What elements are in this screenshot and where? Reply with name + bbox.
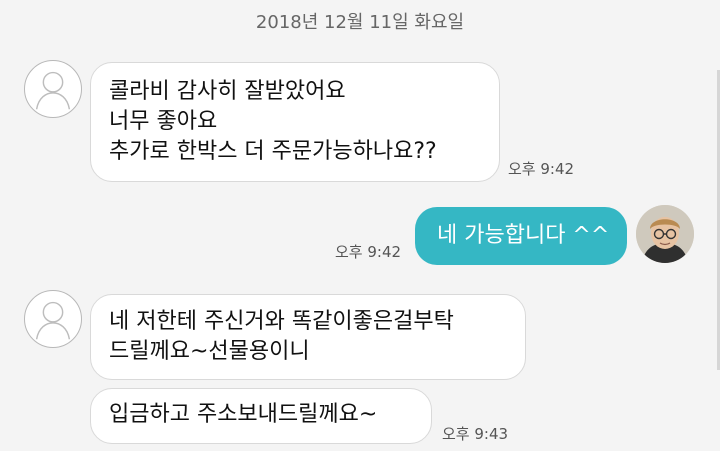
message-bubble-incoming[interactable]: 콜라비 감사히 잘받았어요 너무 좋아요 추가로 한박스 더 주문가능하나요?? bbox=[90, 62, 500, 182]
message-line: 네 저한테 주신거와 똑같이좋은걸부탁 bbox=[109, 309, 454, 334]
message-bubble-outgoing[interactable]: 네 가능합니다 ^^ bbox=[415, 207, 627, 265]
message-time: 오후 9:43 bbox=[442, 425, 509, 443]
message-line: 콜라비 감사히 잘받았어요 bbox=[109, 79, 346, 104]
message-line: 드릴께요~선물용이니 bbox=[109, 339, 310, 364]
message-bubble-incoming[interactable]: 네 저한테 주신거와 똑같이좋은걸부탁 드릴께요~선물용이니 bbox=[90, 294, 526, 380]
message-time: 오후 9:42 bbox=[335, 243, 402, 261]
message-line: 너무 좋아요 bbox=[109, 109, 218, 134]
date-header: 2018년 12월 11일 화요일 bbox=[255, 12, 465, 33]
contact-avatar-icon[interactable] bbox=[24, 290, 82, 348]
my-avatar-icon[interactable] bbox=[636, 205, 694, 263]
message-time: 오후 9:42 bbox=[508, 160, 575, 178]
message-bubble-incoming[interactable]: 입금하고 주소보내드릴께요~ bbox=[90, 388, 432, 444]
message-line: 입금하고 주소보내드릴께요~ bbox=[109, 402, 378, 427]
message-line: 추가로 한박스 더 주문가능하나요?? bbox=[109, 139, 437, 164]
contact-avatar-icon[interactable] bbox=[24, 60, 82, 118]
